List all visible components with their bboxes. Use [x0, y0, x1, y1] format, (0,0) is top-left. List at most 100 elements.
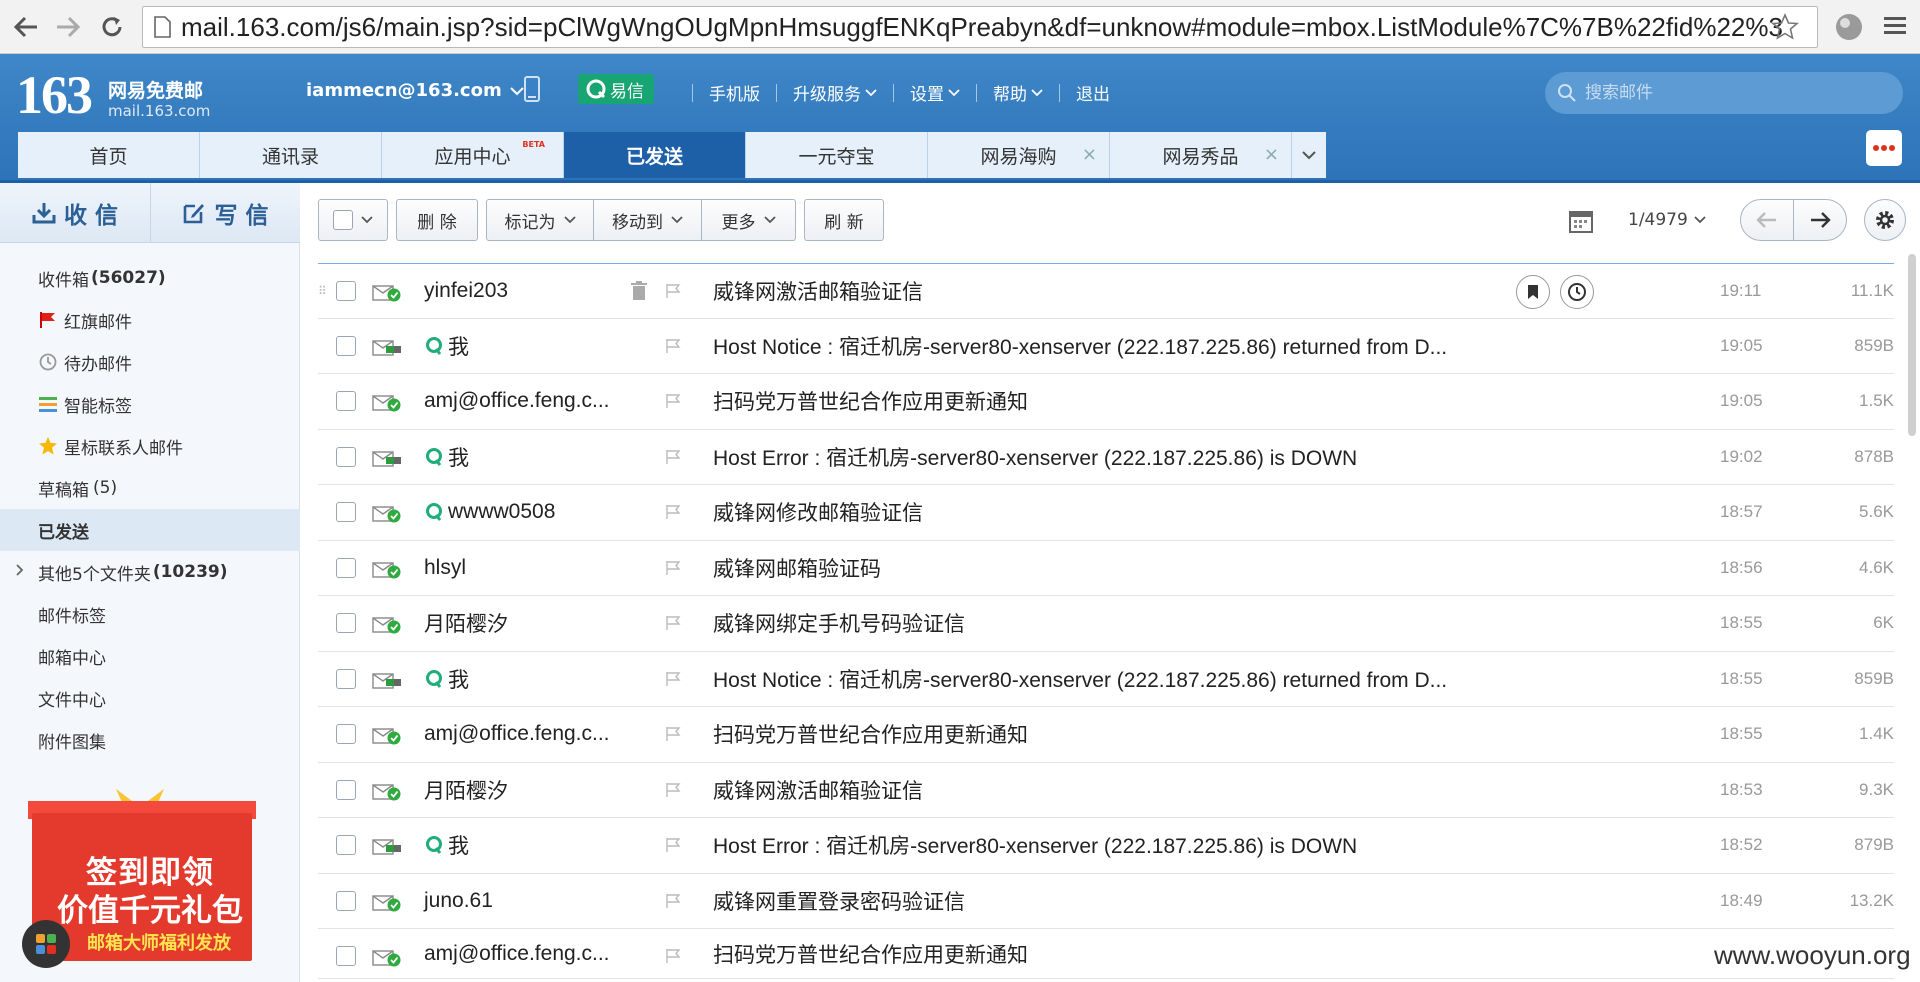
mail-row[interactable]: juno.61 威锋网重置登录密码验证信 18:49 13.2K [318, 874, 1894, 929]
tab-app-center[interactable]: 应用中心 BETA [382, 132, 564, 178]
sender[interactable]: amj@office.feng.c... [424, 722, 610, 746]
bookmark-star-icon[interactable] [1771, 13, 1799, 41]
sender[interactable]: 我 [424, 442, 469, 472]
mail-row[interactable]: 我 Host Error : 宿迁机房-server80-xenserver (2… [318, 430, 1894, 485]
subject[interactable]: Host Error : 宿迁机房-server80-xenserver (22… [713, 442, 1357, 472]
yixin-button[interactable]: 易信 [578, 74, 654, 104]
flag-icon[interactable] [665, 726, 681, 742]
folder-drafts[interactable]: 草稿箱 (5) [0, 467, 300, 509]
tab-sent[interactable]: 已发送 [564, 132, 746, 178]
tabs-more-button[interactable] [1292, 132, 1326, 178]
tab-contacts[interactable]: 通讯录 [200, 132, 382, 178]
logo-number[interactable]: 163 [16, 68, 93, 122]
flag-icon[interactable] [665, 283, 681, 299]
row-checkbox[interactable] [336, 779, 356, 800]
subject[interactable]: 扫码党万普世纪合作应用更新通知 [713, 939, 1028, 969]
sender[interactable]: amj@office.feng.c... [424, 389, 610, 413]
mail-row[interactable]: ⠿ yinfei203 威锋网激活邮箱验证信 19:11 11.1K [318, 263, 1894, 319]
subject[interactable]: 威锋网重置登录密码验证信 [713, 886, 965, 916]
row-checkbox[interactable] [336, 724, 356, 744]
row-checkbox[interactable] [336, 281, 356, 301]
compose-button[interactable]: 写 信 [150, 183, 300, 243]
trash-icon[interactable] [630, 281, 648, 301]
next-page-button[interactable] [1793, 199, 1847, 241]
row-checkbox[interactable] [336, 613, 356, 633]
subject[interactable]: 扫码党万普世纪合作应用更新通知 [713, 719, 1028, 749]
select-all-checkbox[interactable] [333, 210, 353, 230]
more-button[interactable]: 更多 [702, 199, 796, 241]
folder-inbox[interactable]: 收件箱 (56027) [0, 257, 300, 299]
folder-other[interactable]: 其他5个文件夹 (10239) [0, 551, 300, 593]
address-bar[interactable]: mail.163.com/js6/main.jsp?sid=pClWgWngOU… [142, 6, 1818, 48]
browser-menu-icon[interactable] [1882, 13, 1908, 39]
mail-row[interactable]: 月陌樱汐 威锋网绑定手机号码验证信 18:55 6K [318, 596, 1894, 652]
extension-globe-icon[interactable] [1833, 11, 1865, 43]
flag-icon[interactable] [665, 948, 681, 964]
folder-sent[interactable]: 已发送 [0, 509, 300, 551]
folder-smart-tags[interactable]: 智能标签 [0, 383, 300, 425]
row-checkbox[interactable] [336, 391, 356, 411]
calendar-icon[interactable] [1568, 208, 1594, 234]
page-selector[interactable]: 1/4979 [1628, 210, 1706, 230]
prev-page-button[interactable] [1740, 199, 1794, 241]
mail-row[interactable]: 我 Host Notice : 宿迁机房-server80-xenserver (… [318, 319, 1894, 374]
flag-icon[interactable] [665, 671, 681, 687]
back-button[interactable] [8, 9, 44, 45]
refresh-button[interactable]: 刷 新 [804, 199, 884, 241]
reload-button[interactable] [94, 9, 130, 45]
flag-icon[interactable] [665, 893, 681, 909]
subject[interactable]: Host Notice : 宿迁机房-server80-xenserver (2… [713, 331, 1447, 361]
subject[interactable]: 威锋网激活邮箱验证信 [713, 775, 923, 805]
mail-row[interactable]: hlsyl 威锋网邮箱验证码 18:56 4.6K [318, 541, 1894, 596]
receive-button[interactable]: 收 信 [0, 183, 150, 243]
mail-row[interactable]: 月陌樱汐 威锋网激活邮箱验证信 18:53 9.3K [318, 763, 1894, 818]
sender[interactable]: 月陌樱汐 [424, 608, 508, 638]
mail-row[interactable]: amj@office.feng.c... 扫码党万普世纪合作应用更新通知 19:05… [318, 374, 1894, 430]
tab-haigou[interactable]: 网易海购 × [928, 132, 1110, 178]
move-to-button[interactable]: 移动到 [594, 199, 702, 241]
sender[interactable]: 我 [424, 664, 469, 694]
sender[interactable]: 我 [424, 331, 469, 361]
subject[interactable]: 威锋网绑定手机号码验证信 [713, 608, 965, 638]
flag-icon[interactable] [665, 837, 681, 853]
remind-button[interactable] [1560, 275, 1594, 309]
tab-one-yuan[interactable]: 一元夺宝 [746, 132, 928, 178]
chevron-right-icon[interactable] [16, 564, 24, 580]
link-settings[interactable]: 设置 [910, 80, 960, 105]
sender[interactable]: hlsyl [424, 556, 466, 580]
mark-as-button[interactable]: 标记为 [486, 199, 594, 241]
sender[interactable]: amj@office.feng.c... [424, 942, 610, 966]
list-settings-button[interactable] [1864, 199, 1906, 241]
folder-mail-center[interactable]: 邮箱中心 [0, 635, 300, 677]
folder-starred-contacts[interactable]: 星标联系人邮件 [0, 425, 300, 467]
flag-icon[interactable] [665, 615, 681, 631]
search-icon[interactable] [1557, 83, 1577, 103]
forward-button[interactable] [50, 9, 86, 45]
row-checkbox[interactable] [336, 890, 356, 911]
link-upgrade[interactable]: 升级服务 [793, 80, 877, 105]
row-checkbox[interactable] [336, 668, 356, 689]
link-logout[interactable]: 退出 [1076, 80, 1110, 105]
mail-row[interactable]: amj@office.feng.c... 扫码党万普世纪合作应用更新通知 [318, 929, 1894, 979]
sender[interactable]: 我 [424, 830, 469, 860]
row-checkbox[interactable] [336, 557, 356, 578]
select-all-dropdown[interactable] [318, 199, 388, 241]
sender[interactable]: 月陌樱汐 [424, 775, 508, 805]
flag-icon[interactable] [665, 560, 681, 576]
folder-attachments[interactable]: 附件图集 [0, 719, 300, 761]
flag-icon[interactable] [665, 393, 681, 409]
tab-home[interactable]: 首页 [18, 132, 200, 178]
more-apps-button[interactable] [1866, 130, 1902, 166]
row-checkbox[interactable] [336, 835, 356, 855]
row-checkbox[interactable] [336, 502, 356, 522]
folder-flagged[interactable]: 红旗邮件 [0, 299, 300, 341]
delete-button[interactable]: 删 除 [396, 199, 478, 241]
sender[interactable]: yinfei203 [424, 279, 508, 303]
search-input[interactable] [1583, 82, 1883, 104]
mail-row[interactable]: amj@office.feng.c... 扫码党万普世纪合作应用更新通知 18:55… [318, 707, 1894, 763]
link-mobile[interactable]: 手机版 [709, 80, 760, 105]
folder-file-center[interactable]: 文件中心 [0, 677, 300, 719]
account-menu[interactable]: iammecn@163.com [306, 80, 524, 101]
sender[interactable]: wwww0508 [424, 500, 555, 524]
close-icon[interactable]: × [1264, 144, 1279, 165]
